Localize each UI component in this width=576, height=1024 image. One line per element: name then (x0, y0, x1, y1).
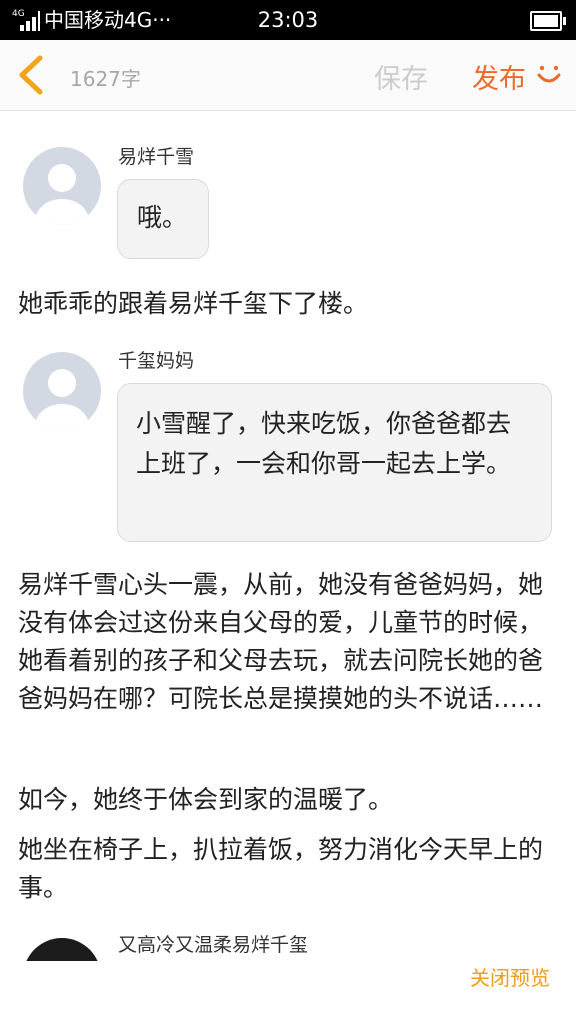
dialogue-text: 哦。 (137, 203, 188, 232)
back-chevron-icon[interactable] (14, 54, 48, 96)
speaker-name: 千玺妈妈 (118, 350, 195, 372)
story-preview: 易烊千雪 哦。 她乖乖的跟着易烊千玺下了楼。 千玺妈妈 小雪醒了，快来吃饭，你爸… (0, 111, 576, 961)
editor-preview-screen: 4G 中国移动4G··· 23:03 1627字 保存 发布 易烊千雪 哦。 她… (0, 0, 576, 1024)
narration-paragraph: 她坐在椅子上，扒拉着饭，努力消化今天早上的事。 (18, 835, 544, 902)
close-preview-button[interactable]: 关闭预览 (470, 962, 550, 991)
profile-photo-icon (23, 938, 101, 961)
dialogue-bubble: 哦。 (117, 179, 209, 259)
avatar (23, 938, 101, 961)
speaker-name: 又高冷又温柔易烊千玺 (118, 934, 309, 956)
dialogue-bubble: 小雪醒了，快来吃饭，你爸爸都去上班了，一会和你哥一起去上学。 (117, 383, 552, 542)
status-bar: 4G 中国移动4G··· 23:03 (0, 0, 576, 40)
narration-paragraph: 易烊千雪心头一震，从前，她没有爸爸妈妈，她没有体会过这份来自父母的爱，儿童节的时… (18, 570, 544, 713)
default-avatar-icon (35, 164, 89, 225)
avatar (23, 147, 101, 225)
speaker-name: 易烊千雪 (118, 146, 195, 168)
avatar (23, 352, 101, 430)
clock: 23:03 (257, 8, 319, 32)
save-button[interactable]: 保存 (374, 57, 428, 96)
default-avatar-icon (35, 369, 89, 430)
battery-icon (530, 11, 566, 31)
publish-button[interactable]: 发布 (472, 57, 526, 96)
narration-paragraph: 她乖乖的跟着易烊千玺下了楼。 (18, 289, 369, 318)
dialogue-text: 小雪醒了，快来吃饭，你爸爸都去上班了，一会和你哥一起去上学。 (136, 409, 512, 478)
smile-icon[interactable] (536, 62, 562, 88)
narration-paragraph: 如今，她终于体会到家的温暖了。 (18, 785, 394, 814)
editor-header: 1627字 保存 发布 (0, 40, 576, 111)
word-count: 1627字 (70, 67, 141, 91)
